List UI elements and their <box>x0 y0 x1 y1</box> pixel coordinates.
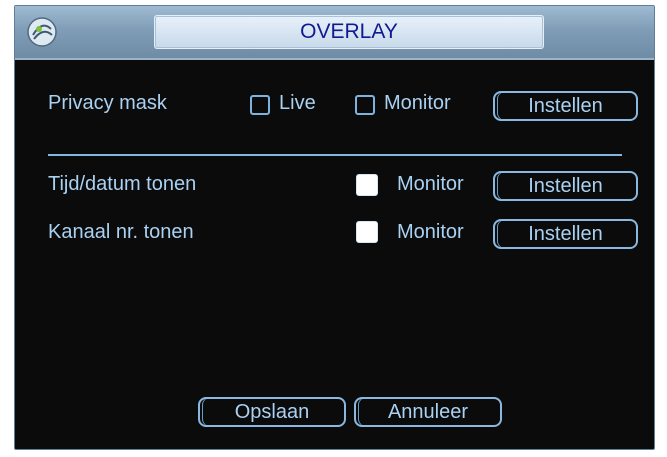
privacy-mask-monitor-label: Monitor <box>384 92 451 114</box>
dvr-logo-icon <box>27 17 57 47</box>
time-date-monitor-label: Monitor <box>397 173 464 195</box>
save-button[interactable]: Opslaan <box>198 397 346 427</box>
privacy-mask-settings-button[interactable]: Instellen <box>493 91 638 121</box>
time-date-monitor-checkbox[interactable] <box>356 174 378 196</box>
channel-number-monitor-label: Monitor <box>397 221 464 243</box>
time-date-label: Tijd/datum tonen <box>48 173 197 195</box>
channel-number-settings-button[interactable]: Instellen <box>493 219 638 249</box>
privacy-mask-live-checkbox[interactable] <box>250 95 270 115</box>
window-title: OVERLAY <box>154 15 544 49</box>
privacy-mask-live-label: Live <box>279 92 316 114</box>
privacy-mask-label: Privacy mask <box>48 92 167 114</box>
section-divider <box>48 154 622 156</box>
time-date-settings-button[interactable]: Instellen <box>493 171 638 201</box>
overlay-dialog: OVERLAY Privacy mask Live Monitor Instel… <box>14 5 655 450</box>
privacy-mask-monitor-checkbox[interactable] <box>355 95 375 115</box>
cancel-button[interactable]: Annuleer <box>354 397 502 427</box>
channel-number-monitor-checkbox[interactable] <box>356 221 378 243</box>
title-bar: OVERLAY <box>15 6 654 60</box>
channel-number-label: Kanaal nr. tonen <box>48 221 194 243</box>
